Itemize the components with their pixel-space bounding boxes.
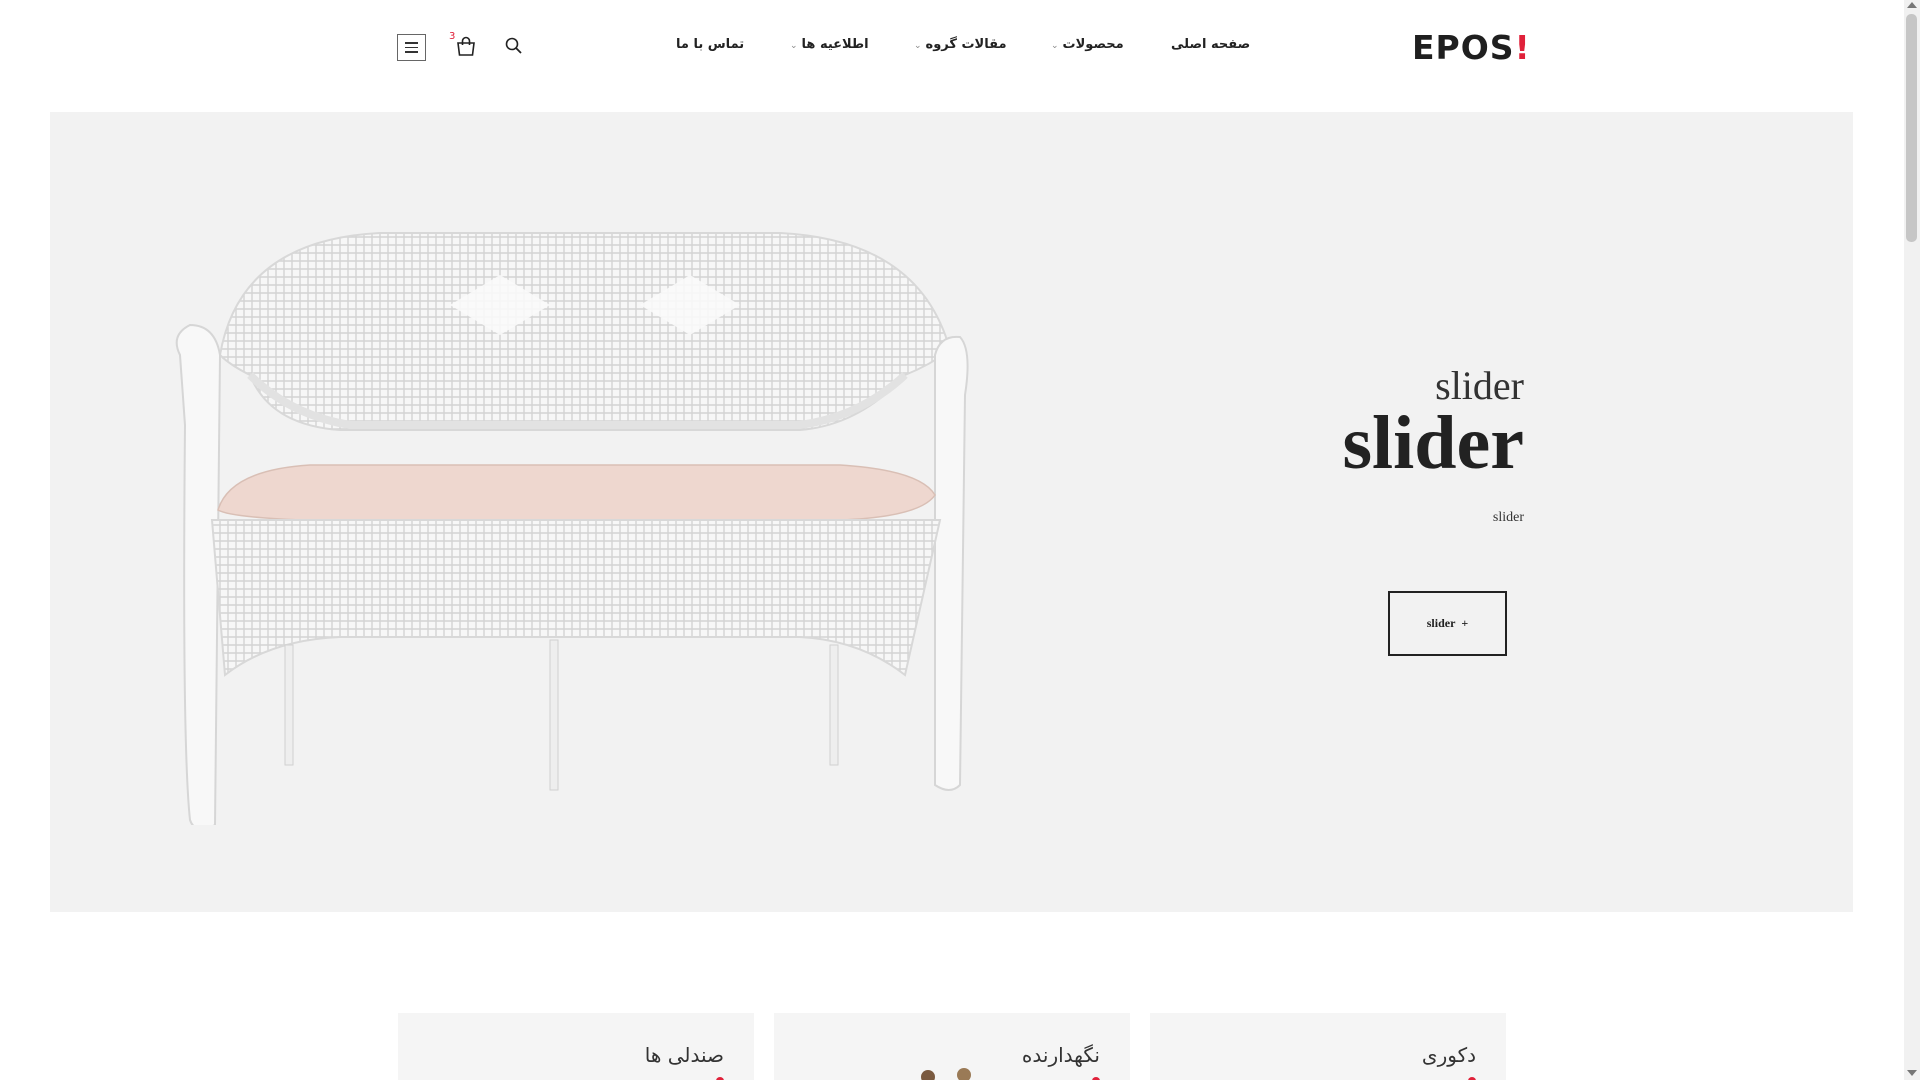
menu-button[interactable] [397, 34, 426, 61]
logo-accent: ! [1514, 28, 1531, 67]
category-card-decor[interactable]: دکوری [1150, 1013, 1506, 1080]
chevron-down-icon: ⌄ [914, 41, 922, 51]
category-card-chairs[interactable]: صندلی ها [398, 1013, 754, 1080]
hero-cta-button[interactable]: slider + [1388, 591, 1507, 656]
hero-cta-label: slider [1426, 616, 1456, 630]
site-header: EPOS! صفحه اصلی محصولات⌄ مقالات گروه⌄ اط… [0, 0, 1904, 95]
nav-item-announcements-label: اطلاعیه ها [801, 37, 869, 52]
category-label: صندلی ها [644, 1043, 724, 1067]
scroll-up-arrow-icon[interactable] [1907, 2, 1917, 8]
nav-item-products[interactable]: محصولات⌄ [1051, 37, 1124, 52]
category-label: نگهدارنده [1021, 1043, 1100, 1067]
chevron-down-icon: ⌄ [1051, 41, 1059, 51]
bench-image [175, 232, 969, 825]
nav-item-products-label: محصولات [1062, 37, 1124, 52]
cart-count-badge: 3 [449, 31, 456, 42]
nav-item-articles[interactable]: مقالات گروه⌄ [914, 37, 1007, 52]
cart-icon[interactable] [456, 36, 476, 60]
category-card-holders[interactable]: نگهدارنده [774, 1013, 1130, 1080]
logo-text: EPOS [1412, 28, 1515, 67]
chevron-down-icon: ⌄ [790, 41, 798, 51]
menu-icon [405, 42, 418, 44]
hero-title: slider [1342, 401, 1524, 485]
nav-item-articles-label: مقالات گروه [925, 37, 1007, 52]
holder-image [921, 1068, 971, 1080]
scrollbar-thumb[interactable] [1906, 14, 1917, 242]
nav-item-contact[interactable]: تماس با ما [676, 37, 744, 52]
search-icon[interactable] [505, 37, 522, 58]
nav-item-contact-label: تماس با ما [676, 37, 745, 52]
nav-item-announcements[interactable]: اطلاعیه ها⌄ [790, 37, 869, 52]
logo[interactable]: EPOS! [1412, 28, 1531, 67]
nav-item-home[interactable]: صفحه اصلی [1171, 37, 1250, 52]
nav-item-home-label: صفحه اصلی [1171, 37, 1251, 52]
plus-icon: + [1461, 616, 1469, 630]
hero-description: slider [1492, 510, 1524, 525]
scroll-down-arrow-icon[interactable] [1907, 1070, 1917, 1076]
category-label: دکوری [1421, 1043, 1476, 1067]
